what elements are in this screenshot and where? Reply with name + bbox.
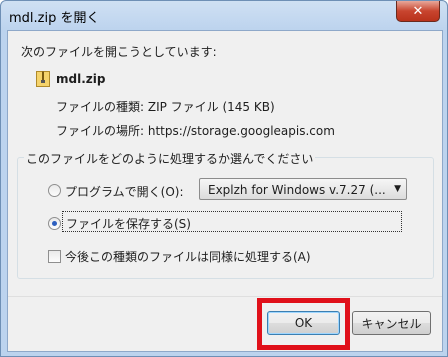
always-do-label[interactable]: 今後この種類のファイルは同様に処理する(A) — [65, 248, 311, 265]
close-icon: ✕ — [412, 3, 424, 19]
cancel-button[interactable]: キャンセル — [352, 311, 431, 335]
chevron-down-icon: ▼ — [394, 184, 401, 194]
program-select[interactable]: Explzh for Windows v.7.27 (... ▼ — [199, 178, 407, 200]
group-title: このファイルをどのように処理するか選んでください — [24, 150, 316, 167]
file-source-info: ファイルの場所: https://storage.googleapis.com — [56, 124, 335, 138]
close-button[interactable]: ✕ — [396, 1, 440, 22]
save-file-label[interactable]: ファイルを保存する(S) — [62, 211, 402, 232]
ok-button[interactable]: OK — [267, 311, 340, 335]
title-bar[interactable]: mdl.zip を開く ✕ — [1, 1, 447, 31]
open-with-label[interactable]: プログラムで開く(O): — [65, 183, 184, 200]
zip-file-icon — [36, 71, 50, 87]
file-name: mdl.zip — [56, 72, 106, 86]
dialog-window: mdl.zip を開く ✕ 次のファイルを開こうとしています: mdl.zip … — [0, 0, 448, 357]
always-do-checkbox[interactable] — [48, 250, 61, 263]
file-type-info: ファイルの種類: ZIP ファイル (145 KB) — [56, 100, 275, 114]
save-file-radio[interactable] — [48, 217, 61, 230]
prompt-text: 次のファイルを開こうとしています: — [21, 45, 217, 59]
dialog-body: 次のファイルを開こうとしています: mdl.zip ファイルの種類: ZIP フ… — [7, 30, 443, 352]
program-select-value: Explzh for Windows v.7.27 (... — [208, 183, 386, 197]
button-divider — [8, 296, 442, 297]
open-with-radio[interactable] — [48, 184, 61, 197]
window-title: mdl.zip を開く — [9, 11, 100, 26]
